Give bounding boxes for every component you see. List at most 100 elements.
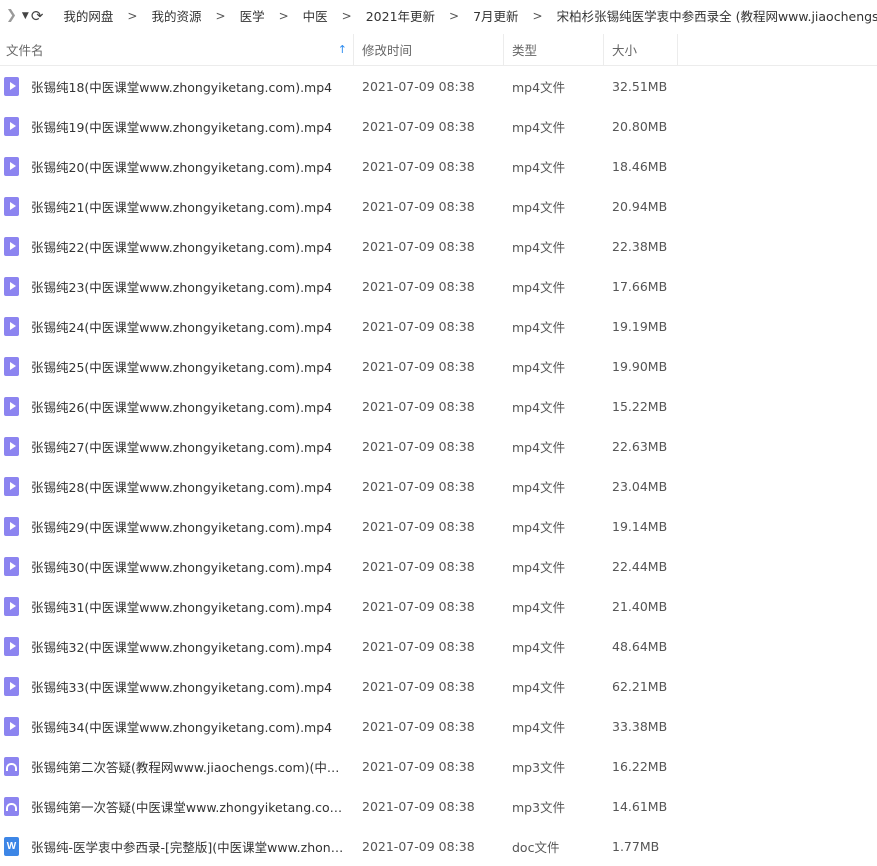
file-name[interactable]: 张锡纯28(中医课堂www.zhongyiketang.com).mp4: [31, 477, 347, 496]
refresh-button[interactable]: ⟳: [31, 0, 44, 31]
breadcrumb-separator: >: [278, 8, 289, 23]
file-name[interactable]: 张锡纯29(中医课堂www.zhongyiketang.com).mp4: [31, 517, 347, 536]
column-header: 文件名 ↑ 修改时间 类型 大小: [0, 34, 877, 66]
file-name-cell: 张锡纯22(中医课堂www.zhongyiketang.com).mp4: [0, 236, 354, 256]
file-row[interactable]: 张锡纯29(中医课堂www.zhongyiketang.com).mp4 2021…: [0, 506, 877, 546]
file-size: 16.22MB: [612, 758, 668, 774]
breadcrumb-item[interactable]: 我的资源: [147, 6, 205, 25]
file-type: mp3文件: [512, 759, 566, 775]
forward-button[interactable]: ❯: [6, 0, 17, 31]
video-file-icon: [4, 156, 19, 176]
file-date: 2021-07-09 08:38: [362, 278, 475, 294]
file-row[interactable]: 张锡纯28(中医课堂www.zhongyiketang.com).mp4 2021…: [0, 466, 877, 506]
file-row[interactable]: 张锡纯25(中医课堂www.zhongyiketang.com).mp4 2021…: [0, 346, 877, 386]
file-name[interactable]: 张锡纯31(中医课堂www.zhongyiketang.com).mp4: [31, 597, 347, 616]
file-row[interactable]: 张锡纯26(中医课堂www.zhongyiketang.com).mp4 2021…: [0, 386, 877, 426]
file-name[interactable]: 张锡纯18(中医课堂www.zhongyiketang.com).mp4: [31, 77, 347, 96]
file-name[interactable]: 张锡纯20(中医课堂www.zhongyiketang.com).mp4: [31, 157, 347, 176]
video-file-icon: [4, 476, 19, 496]
file-name-cell: 张锡纯24(中医课堂www.zhongyiketang.com).mp4: [0, 316, 354, 336]
file-type: mp4文件: [512, 279, 566, 295]
file-name[interactable]: 张锡纯24(中医课堂www.zhongyiketang.com).mp4: [31, 317, 347, 336]
file-row[interactable]: 张锡纯18(中医课堂www.zhongyiketang.com).mp4 2021…: [0, 66, 877, 106]
file-date: 2021-07-09 08:38: [362, 198, 475, 214]
file-date: 2021-07-09 08:38: [362, 598, 475, 614]
file-type: mp4文件: [512, 399, 566, 415]
arrow-up-icon: ↑: [337, 43, 347, 56]
file-row[interactable]: 张锡纯21(中医课堂www.zhongyiketang.com).mp4 2021…: [0, 186, 877, 226]
file-type: mp4文件: [512, 719, 566, 735]
file-row[interactable]: W 张锡纯-医学衷中参西录-[完整版](中医课堂www.zhongyi... 202…: [0, 826, 877, 866]
breadcrumb-separator: >: [215, 8, 226, 23]
file-row[interactable]: 张锡纯第二次答疑(教程网www.jiaochengs.com)(中医课... 20…: [0, 746, 877, 786]
file-list: 张锡纯18(中医课堂www.zhongyiketang.com).mp4 2021…: [0, 66, 877, 866]
file-row[interactable]: 张锡纯32(中医课堂www.zhongyiketang.com).mp4 2021…: [0, 626, 877, 666]
file-name[interactable]: 张锡纯34(中医课堂www.zhongyiketang.com).mp4: [31, 717, 347, 736]
file-row[interactable]: 张锡纯19(中医课堂www.zhongyiketang.com).mp4 2021…: [0, 106, 877, 146]
video-file-icon: [4, 676, 19, 696]
file-name-cell: 张锡纯32(中医课堂www.zhongyiketang.com).mp4: [0, 636, 354, 656]
file-size: 19.14MB: [612, 518, 668, 534]
file-name[interactable]: 张锡纯-医学衷中参西录-[完整版](中医课堂www.zhongyi...: [31, 837, 347, 856]
file-name-cell: 张锡纯29(中医课堂www.zhongyiketang.com).mp4: [0, 516, 354, 536]
file-name[interactable]: 张锡纯25(中医课堂www.zhongyiketang.com).mp4: [31, 357, 347, 376]
file-name[interactable]: 张锡纯23(中医课堂www.zhongyiketang.com).mp4: [31, 277, 347, 296]
video-file-icon: [4, 556, 19, 576]
column-header-size-label: 大小: [612, 43, 638, 58]
file-date: 2021-07-09 08:38: [362, 718, 475, 734]
breadcrumb-item[interactable]: 2021年更新: [362, 6, 439, 25]
video-file-icon: [4, 196, 19, 216]
file-date: 2021-07-09 08:38: [362, 438, 475, 454]
breadcrumb-separator: >: [127, 8, 138, 23]
file-row[interactable]: 张锡纯23(中医课堂www.zhongyiketang.com).mp4 2021…: [0, 266, 877, 306]
column-header-name[interactable]: 文件名 ↑: [0, 34, 354, 65]
history-dropdown-button[interactable]: ▼: [22, 0, 29, 31]
file-name[interactable]: 张锡纯21(中医课堂www.zhongyiketang.com).mp4: [31, 197, 347, 216]
column-header-date[interactable]: 修改时间: [354, 34, 504, 65]
breadcrumb-item[interactable]: 中医: [299, 6, 332, 25]
file-row[interactable]: 张锡纯34(中医课堂www.zhongyiketang.com).mp4 2021…: [0, 706, 877, 746]
file-row[interactable]: 张锡纯22(中医课堂www.zhongyiketang.com).mp4 2021…: [0, 226, 877, 266]
file-name-cell: 张锡纯第一次答疑(中医课堂www.zhongyiketang.com)....: [0, 796, 354, 816]
file-type: mp4文件: [512, 319, 566, 335]
file-row[interactable]: 张锡纯20(中医课堂www.zhongyiketang.com).mp4 2021…: [0, 146, 877, 186]
file-date: 2021-07-09 08:38: [362, 158, 475, 174]
file-row[interactable]: 张锡纯33(中医课堂www.zhongyiketang.com).mp4 2021…: [0, 666, 877, 706]
file-name-cell: 张锡纯28(中医课堂www.zhongyiketang.com).mp4: [0, 476, 354, 496]
file-name[interactable]: 张锡纯19(中医课堂www.zhongyiketang.com).mp4: [31, 117, 347, 136]
column-header-size[interactable]: 大小: [604, 34, 678, 65]
file-size: 19.19MB: [612, 318, 668, 334]
breadcrumb-item[interactable]: 宋柏杉张锡纯医学衷中参西录全 (教程网www.jiaochengs.com): [553, 6, 877, 25]
file-name-cell: 张锡纯19(中医课堂www.zhongyiketang.com).mp4: [0, 116, 354, 136]
breadcrumb-item[interactable]: 我的网盘: [59, 6, 117, 25]
file-name[interactable]: 张锡纯第二次答疑(教程网www.jiaochengs.com)(中医课...: [31, 757, 347, 776]
file-type: doc文件: [512, 839, 560, 855]
file-row[interactable]: 张锡纯第一次答疑(中医课堂www.zhongyiketang.com).... 2…: [0, 786, 877, 826]
video-file-icon: [4, 316, 19, 336]
file-name[interactable]: 张锡纯26(中医课堂www.zhongyiketang.com).mp4: [31, 397, 347, 416]
file-name[interactable]: 张锡纯22(中医课堂www.zhongyiketang.com).mp4: [31, 237, 347, 256]
file-name[interactable]: 张锡纯32(中医课堂www.zhongyiketang.com).mp4: [31, 637, 347, 656]
file-size: 20.94MB: [612, 198, 668, 214]
file-size: 23.04MB: [612, 478, 668, 494]
breadcrumb-item[interactable]: 医学: [236, 6, 269, 25]
file-size: 22.38MB: [612, 238, 668, 254]
file-date: 2021-07-09 08:38: [362, 838, 475, 854]
breadcrumb-item[interactable]: 7月更新: [469, 6, 522, 25]
video-file-icon: [4, 276, 19, 296]
file-name[interactable]: 张锡纯33(中医课堂www.zhongyiketang.com).mp4: [31, 677, 347, 696]
file-date: 2021-07-09 08:38: [362, 558, 475, 574]
file-row[interactable]: 张锡纯27(中医课堂www.zhongyiketang.com).mp4 2021…: [0, 426, 877, 466]
file-type: mp4文件: [512, 479, 566, 495]
file-name[interactable]: 张锡纯第一次答疑(中医课堂www.zhongyiketang.com)....: [31, 797, 347, 816]
caret-down-icon: ▼: [21, 10, 29, 21]
file-name[interactable]: 张锡纯30(中医课堂www.zhongyiketang.com).mp4: [31, 557, 347, 576]
video-file-icon: [4, 516, 19, 536]
file-row[interactable]: 张锡纯31(中医课堂www.zhongyiketang.com).mp4 2021…: [0, 586, 877, 626]
file-size: 14.61MB: [612, 798, 668, 814]
file-row[interactable]: 张锡纯24(中医课堂www.zhongyiketang.com).mp4 2021…: [0, 306, 877, 346]
column-header-type[interactable]: 类型: [504, 34, 604, 65]
file-name[interactable]: 张锡纯27(中医课堂www.zhongyiketang.com).mp4: [31, 437, 347, 456]
file-size: 33.38MB: [612, 718, 668, 734]
file-row[interactable]: 张锡纯30(中医课堂www.zhongyiketang.com).mp4 2021…: [0, 546, 877, 586]
